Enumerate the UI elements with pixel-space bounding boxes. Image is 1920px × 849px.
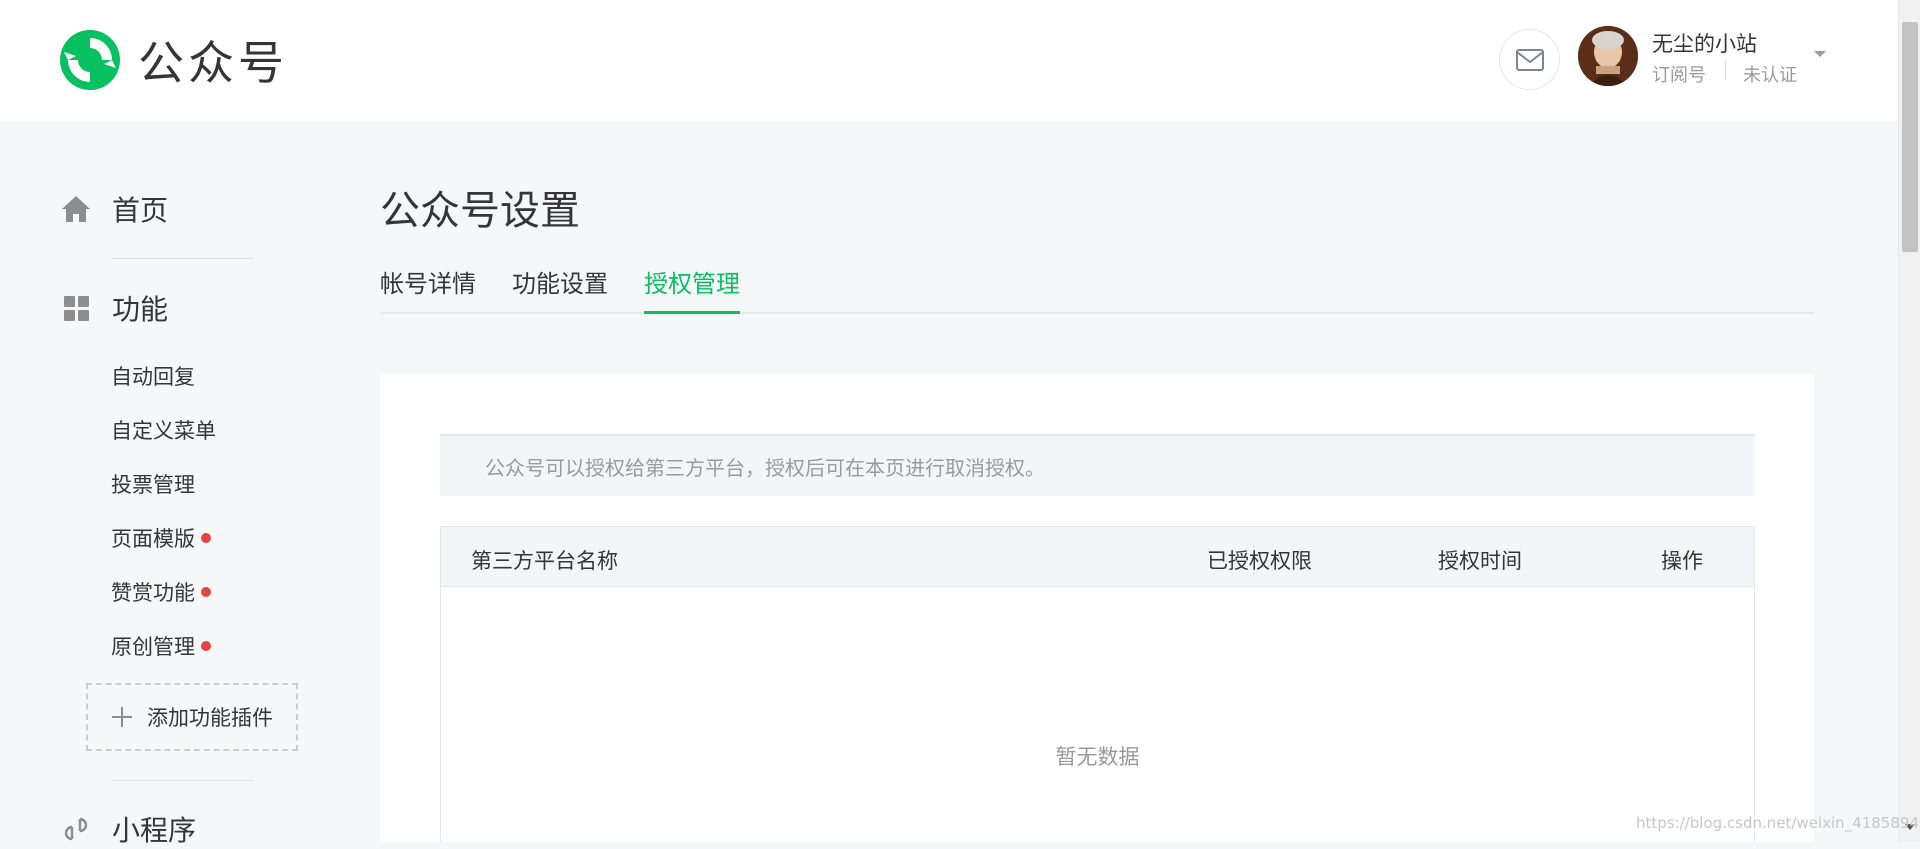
account-divider (1725, 60, 1726, 80)
sidebar-item-label: 首页 (112, 194, 169, 227)
sidebar-item-page-template[interactable]: 页面模版 (111, 523, 211, 553)
sidebar-section-label: 功能 (112, 293, 169, 326)
wechat-official-logo-icon (60, 30, 120, 90)
column-header-platform: 第三方平台名称 (471, 549, 618, 573)
avatar[interactable] (1578, 26, 1638, 86)
sidebar-section-label: 小程序 (112, 814, 197, 847)
column-header-permissions: 已授权权限 (1207, 549, 1312, 573)
home-icon (62, 196, 90, 222)
avatar-image-icon (1578, 26, 1638, 86)
sidebar-item-label: 自动回复 (111, 365, 195, 389)
empty-state-text: 暂无数据 (1055, 745, 1140, 769)
add-plugin-label: 添加功能插件 (147, 706, 273, 730)
sidebar-item-label: 原创管理 (111, 635, 195, 659)
column-header-time: 授权时间 (1438, 549, 1522, 573)
verification-status: 未认证 (1743, 65, 1797, 86)
sidebar-item-label: 赞赏功能 (111, 581, 195, 605)
sidebar-item-custom-menu[interactable]: 自定义菜单 (111, 415, 216, 445)
plus-icon (112, 707, 132, 727)
sidebar-item-reward[interactable]: 赞赏功能 (111, 577, 211, 607)
sidebar-item-label: 页面模版 (111, 527, 195, 551)
column-header-actions: 操作 (1661, 549, 1703, 573)
sidebar-section-features[interactable]: 功能 (60, 288, 168, 328)
sidebar-item-label: 投票管理 (111, 473, 195, 497)
sidebar-item-vote[interactable]: 投票管理 (111, 469, 195, 499)
table-header: 第三方平台名称 已授权权限 授权时间 操作 (441, 527, 1754, 587)
sidebar-section-mini-program[interactable]: 小程序 (60, 809, 196, 849)
sidebar: 首页 功能 自动回复 自定义菜单 投票管理 页面模版 赞赏功能 原创管理 添加功… (0, 121, 330, 847)
chevron-down-icon[interactable] (1814, 51, 1826, 57)
mail-icon (1515, 48, 1544, 71)
logo[interactable]: 公众号 (58, 28, 288, 92)
page-scrollbar[interactable] (1898, 0, 1920, 842)
top-header: 公众号 无尘的小站 订阅号 未认证 (0, 0, 1898, 121)
nav-divider (111, 258, 253, 259)
new-badge-dot (201, 533, 211, 543)
authorization-card: 公众号可以授权给第三方平台，授权后可在本页进行取消授权。 第三方平台名称 已授权… (380, 374, 1814, 842)
watermark-text: https://blog.csdn.net/weixin_41858940 (1636, 814, 1920, 832)
page-title: 公众号设置 (380, 188, 580, 234)
nav-divider (111, 780, 253, 781)
mini-program-icon (64, 817, 88, 841)
sidebar-item-label: 自定义菜单 (111, 419, 216, 443)
sidebar-item-home[interactable]: 首页 (60, 189, 168, 229)
sidebar-item-original[interactable]: 原创管理 (111, 631, 211, 661)
logo-text: 公众号 (138, 36, 288, 90)
tab-account-details[interactable]: 帐号详情 (380, 264, 476, 314)
message-button[interactable] (1499, 29, 1560, 90)
sidebar-item-auto-reply[interactable]: 自动回复 (111, 361, 195, 391)
tab-feature-settings[interactable]: 功能设置 (512, 264, 608, 314)
tab-authorization[interactable]: 授权管理 (644, 264, 740, 314)
grid-icon (64, 296, 89, 321)
authorization-table: 第三方平台名称 已授权权限 授权时间 操作 暂无数据 (440, 526, 1755, 842)
new-badge-dot (201, 641, 211, 651)
account-type: 订阅号 (1652, 65, 1706, 86)
notice-banner: 公众号可以授权给第三方平台，授权后可在本页进行取消授权。 (440, 434, 1755, 496)
account-name[interactable]: 无尘的小站 (1652, 28, 1757, 58)
add-plugin-button[interactable]: 添加功能插件 (86, 683, 298, 751)
settings-tabs: 帐号详情 功能设置 授权管理 (380, 258, 1814, 314)
new-badge-dot (201, 587, 211, 597)
scrollbar-thumb[interactable] (1902, 22, 1918, 252)
